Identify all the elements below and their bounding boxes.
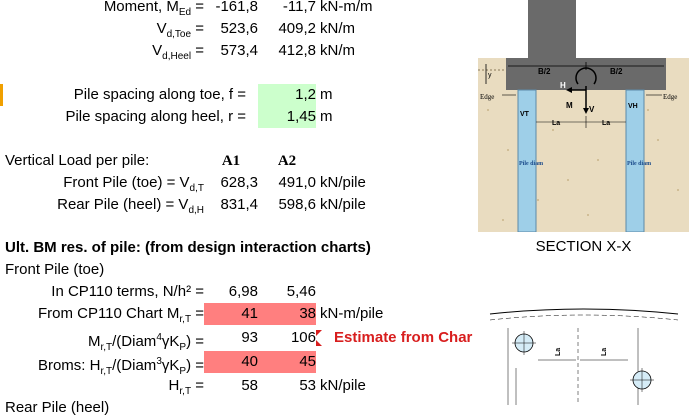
rear-pile-a2[interactable]: 598,6 xyxy=(262,194,316,216)
vd-toe-a2[interactable]: 409,2 xyxy=(262,18,316,40)
row-vd-heel[interactable]: Vd,Heel = 573,4 412,8 kN/m xyxy=(0,40,478,62)
row-front-pile-toe[interactable]: Front Pile (toe) xyxy=(0,259,478,281)
broms-a1[interactable]: 40 xyxy=(204,351,258,373)
rear-pile-heel-label: Rear Pile (heel) xyxy=(5,399,110,416)
note-arrows-icon xyxy=(316,330,322,346)
hrt-a1[interactable]: 58 xyxy=(204,375,258,397)
row-hrt[interactable]: Hr,T = 58 53 kN/pile xyxy=(0,375,478,397)
front-pile-a1[interactable]: 628,3 xyxy=(204,172,258,194)
y-label: y xyxy=(488,72,492,79)
spacing-heel-unit: m xyxy=(320,108,333,125)
row-spacing-toe[interactable]: Pile spacing along toe, f = 1,2 m xyxy=(0,84,478,106)
foundation-section-diagram: B/2 B/2 H M V Edge Edge La La VT VH Pile… xyxy=(478,0,689,232)
la-left-label: La xyxy=(552,120,560,127)
vd-heel-label: Vd,Heel = xyxy=(152,42,204,62)
cp110-terms-a2[interactable]: 5,46 xyxy=(262,281,316,303)
row-moment[interactable]: Moment, MEd = -161,8 -11,7 kN-m/m xyxy=(0,0,478,18)
moment-a1[interactable]: -161,8 xyxy=(204,0,258,18)
vd-heel-unit: kN/m xyxy=(320,42,355,59)
la-plan-left-label: La xyxy=(555,348,562,356)
rear-pile-unit: kN/pile xyxy=(320,196,366,213)
vd-heel-a2[interactable]: 412,8 xyxy=(262,40,316,62)
section-caption: SECTION X-X xyxy=(535,238,632,255)
front-pile-a2[interactable]: 491,0 xyxy=(262,172,316,194)
col-a1-header: A1 xyxy=(221,153,241,169)
moment-unit: kN-m/m xyxy=(320,0,373,15)
row-cp110-terms[interactable]: In CP110 terms, N/h² = 6,98 5,46 xyxy=(0,281,478,303)
edge-right-label: Edge xyxy=(663,93,677,101)
hrt-a2[interactable]: 53 xyxy=(262,375,316,397)
cp110-terms-label: In CP110 terms, N/h² = xyxy=(51,283,204,300)
spacing-toe-value[interactable]: 1,2 xyxy=(262,84,316,106)
col-a2-header: A2 xyxy=(277,153,297,169)
vd-toe-unit: kN/m xyxy=(320,20,355,37)
row-vertical-load[interactable]: Vertical Load per pile: A1 A2 xyxy=(0,150,478,172)
row-broms[interactable]: Broms: Hr,T/(Diam3γKP) = 40 45 xyxy=(0,351,478,377)
m-label: M xyxy=(566,101,573,110)
row-cp110-chart[interactable]: From CP110 Chart Mr,T = 41 38 kN-m/pile xyxy=(0,303,478,325)
spacing-heel-label: Pile spacing along heel, r = xyxy=(65,108,246,125)
cp110-chart-a1[interactable]: 41 xyxy=(204,303,258,325)
vertical-load-label: Vertical Load per pile: xyxy=(5,152,150,169)
hrt-unit: kN/pile xyxy=(320,377,366,394)
row-mr-ratio[interactable]: Mr,T/(Diam4γKP) = 93 106 Estimate from C… xyxy=(0,327,478,353)
b2-left-label: B/2 xyxy=(538,67,551,76)
moment-a2[interactable]: -11,7 xyxy=(262,0,316,18)
cp110-chart-a2[interactable]: 38 xyxy=(262,303,316,325)
row-spacing-heel[interactable]: Pile spacing along heel, r = 1,45 m xyxy=(0,106,478,128)
h-label: H xyxy=(560,81,566,90)
row-front-pile[interactable]: Front Pile (toe) = Vd,T 628,3 491,0 kN/p… xyxy=(0,172,478,194)
pile-diam-right-label: Pile diam xyxy=(627,161,651,167)
row-rear-pile[interactable]: Rear Pile (heel) = Vd,H 831,4 598,6 kN/p… xyxy=(0,194,478,216)
rear-pile-label: Rear Pile (heel) = Vd,H xyxy=(57,196,204,216)
spacing-toe-label: Pile spacing along toe, f = xyxy=(73,86,246,103)
pile-diam-left-label: Pile diam xyxy=(519,161,543,167)
pile-plan-diagram: La La xyxy=(489,308,679,405)
vd-heel-a1[interactable]: 573,4 xyxy=(204,40,258,62)
ult-bm-header: Ult. BM res. of pile: (from design inter… xyxy=(5,239,371,256)
row-vd-toe[interactable]: Vd,Toe = 523,6 409,2 kN/m xyxy=(0,18,478,40)
vt-label: VT xyxy=(520,111,530,118)
vd-toe-a1[interactable]: 523,6 xyxy=(204,18,258,40)
vh-label: VH xyxy=(628,103,638,110)
mr-ratio-a2[interactable]: 106 xyxy=(262,327,316,349)
spacing-toe-unit: m xyxy=(320,86,333,103)
la-right-label: La xyxy=(602,120,610,127)
la-plan-right-label: La xyxy=(601,348,608,356)
mr-ratio-a1[interactable]: 93 xyxy=(204,327,258,349)
v-label: V xyxy=(589,105,595,114)
rear-pile-a1[interactable]: 831,4 xyxy=(204,194,258,216)
row-ult-bm-header[interactable]: Ult. BM res. of pile: (from design inter… xyxy=(0,237,478,259)
spreadsheet-area: Moment, MEd = -161,8 -11,7 kN-m/m Vd,Toe… xyxy=(0,0,478,416)
edge-left-label: Edge xyxy=(480,93,494,101)
cp110-terms-a1[interactable]: 6,98 xyxy=(204,281,258,303)
cp110-chart-unit: kN-m/pile xyxy=(320,305,384,322)
spacing-heel-value[interactable]: 1,45 xyxy=(262,106,316,128)
front-pile-unit: kN/pile xyxy=(320,174,366,191)
front-pile-toe-label: Front Pile (toe) xyxy=(5,261,105,278)
row-rear-pile-heel[interactable]: Rear Pile (heel) xyxy=(0,397,478,419)
b2-right-label: B/2 xyxy=(610,67,623,76)
broms-a2[interactable]: 45 xyxy=(262,351,316,373)
estimate-note: Estimate from Char xyxy=(334,329,473,346)
